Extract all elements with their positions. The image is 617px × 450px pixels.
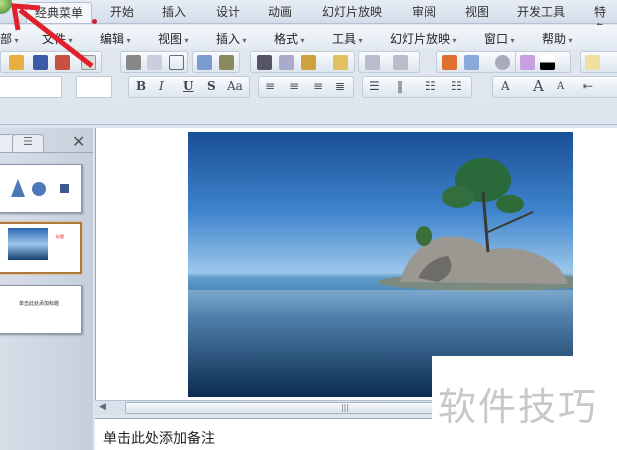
justify-icon[interactable]: ≣: [335, 79, 345, 93]
tab-review[interactable]: 审阅: [412, 3, 436, 20]
tab-view[interactable]: 视图: [465, 3, 489, 20]
research-icon[interactable]: [219, 55, 234, 70]
align-left-icon[interactable]: ≡: [265, 79, 275, 93]
tab-developer[interactable]: 开发工具: [517, 3, 565, 20]
tab-slideshow[interactable]: 幻灯片放映: [322, 3, 382, 20]
bold-button[interactable]: B: [136, 79, 146, 93]
tab-insert[interactable]: 插入: [162, 3, 186, 20]
slides-pane: ☰ ✕ 标题 单击此处添加标题: [0, 128, 93, 450]
slide-thumbnail-3[interactable]: 单击此处添加标题: [0, 285, 82, 334]
numbering-icon[interactable]: ☷: [425, 79, 436, 93]
align-center-icon[interactable]: ≡: [289, 79, 299, 93]
color-icon[interactable]: [520, 55, 535, 70]
format-painter-icon[interactable]: [333, 55, 348, 70]
cut-icon[interactable]: [257, 55, 272, 70]
grayscale-icon[interactable]: [540, 55, 555, 70]
menu-view[interactable]: 视图: [158, 30, 189, 47]
italic-button[interactable]: I: [159, 79, 164, 93]
menu-window[interactable]: 窗口: [484, 30, 515, 47]
watermark: 软件技巧: [432, 356, 617, 430]
menu-help[interactable]: 帮助: [542, 30, 573, 47]
red-arrow-up: [11, 3, 94, 68]
align-right-icon[interactable]: ≡: [313, 79, 323, 93]
slide-thumbnail-1[interactable]: [0, 164, 82, 213]
close-pane-icon[interactable]: ✕: [72, 132, 85, 151]
font-color-button[interactable]: A: [501, 79, 510, 93]
scroll-left-icon[interactable]: ◀: [99, 402, 106, 412]
tab-animation[interactable]: 动画: [268, 3, 292, 20]
menu-tools[interactable]: 工具: [332, 30, 363, 47]
font-size-combo[interactable]: [76, 76, 112, 98]
menu-slideshow[interactable]: 幻灯片放映: [390, 30, 457, 47]
hyperlink-icon[interactable]: [495, 55, 510, 70]
preview-icon[interactable]: [147, 55, 162, 70]
outline-tab[interactable]: ☰: [12, 134, 44, 152]
line-spacing-icon[interactable]: ☰: [369, 79, 380, 93]
tab-home[interactable]: 开始: [110, 3, 134, 20]
font-name-combo[interactable]: [0, 76, 62, 98]
indent-icon[interactable]: ⇤: [583, 79, 593, 93]
text-direction-icon[interactable]: ‖: [397, 79, 403, 93]
frame-icon[interactable]: [169, 55, 184, 70]
table-icon[interactable]: [464, 55, 479, 70]
bullets-icon[interactable]: ☷: [451, 79, 462, 93]
copy-icon[interactable]: [279, 55, 294, 70]
photo-preview: [8, 228, 48, 260]
new-slide-icon[interactable]: [585, 55, 600, 70]
undo-icon[interactable]: [365, 55, 380, 70]
shrink-font-button[interactable]: A: [557, 81, 564, 92]
tab-design[interactable]: 设计: [216, 3, 240, 20]
menu-insert[interactable]: 插入: [216, 30, 247, 47]
slide-2-caption: 标题: [56, 234, 64, 239]
menu-format[interactable]: 格式: [274, 30, 305, 47]
chart-icon[interactable]: [442, 55, 457, 70]
shadow-button[interactable]: S: [207, 79, 216, 93]
shapes-preview: [11, 179, 69, 197]
slide-thumbnail-2[interactable]: 标题: [0, 222, 82, 274]
toolbar-spacer: [0, 103, 617, 125]
change-case-button[interactable]: Aa: [227, 79, 243, 93]
grow-font-button[interactable]: A: [533, 77, 544, 95]
redo-icon[interactable]: [393, 55, 408, 70]
spelling-icon[interactable]: [197, 55, 212, 70]
print-icon[interactable]: [126, 55, 141, 70]
underline-button[interactable]: U: [183, 79, 193, 93]
notes-placeholder: 单击此处添加备注: [103, 431, 215, 447]
slide-3-title: 单击此处添加标题: [19, 301, 60, 307]
paste-icon[interactable]: [301, 55, 316, 70]
